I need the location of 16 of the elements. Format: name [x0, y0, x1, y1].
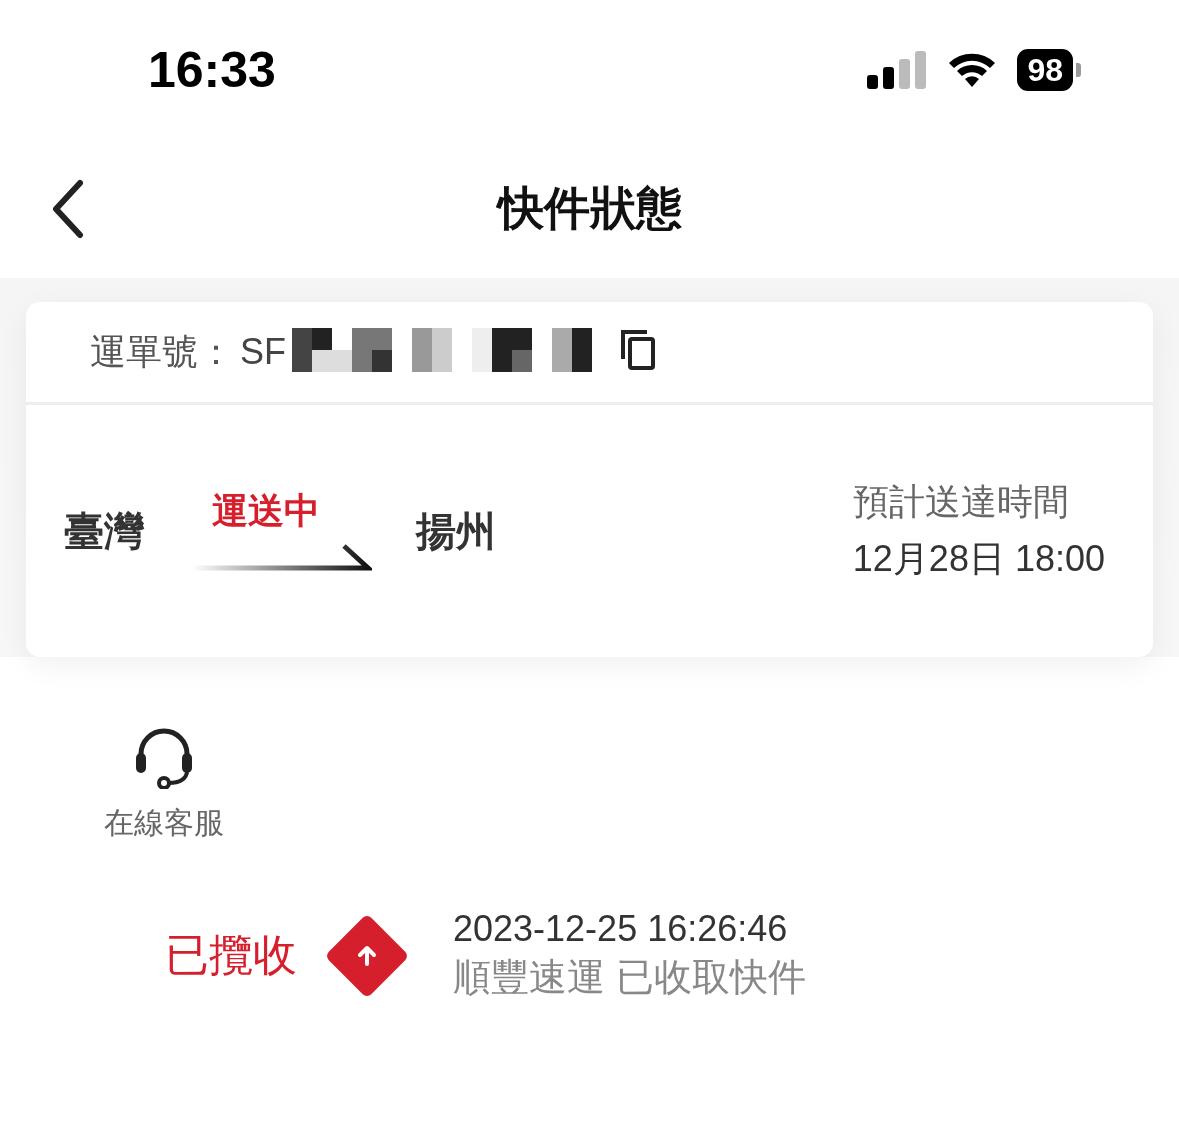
event-status: 已攬收: [165, 929, 298, 981]
wifi-icon: [947, 51, 998, 89]
signal-icon: [867, 51, 928, 89]
eta-label: 預計送達時間: [852, 480, 1070, 524]
eta-time: 12月28日 18:00: [852, 537, 1105, 581]
copy-icon[interactable]: [620, 329, 656, 371]
event-description: 順豐速運 已收取快件: [453, 955, 806, 1000]
destination-city: 揚州: [416, 507, 496, 555]
event-time: 2023-12-25 16:26:46: [453, 908, 789, 950]
page-title: 快件狀態: [495, 181, 683, 236]
waybill-label: 運單號：: [90, 329, 234, 374]
origin-city: 臺灣: [64, 507, 144, 555]
waybill-number: SF: [240, 331, 286, 373]
shipping-status: 運送中: [212, 488, 320, 533]
customer-service-button[interactable]: 在線客服: [100, 723, 228, 844]
clock-time: 16:33: [148, 41, 276, 99]
